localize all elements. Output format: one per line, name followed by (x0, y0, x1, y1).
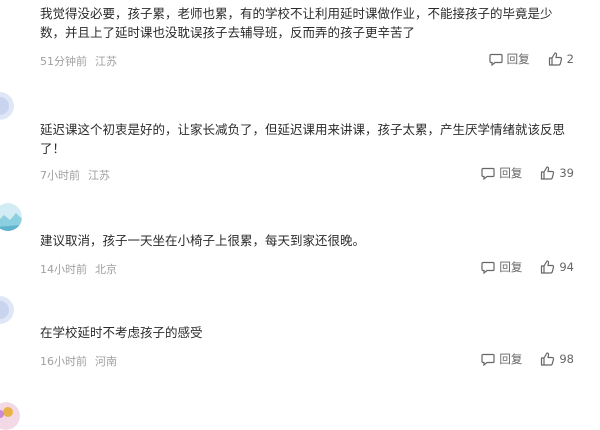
comment-meta: 14小时前 北京 (40, 261, 117, 277)
reply-label: 回复 (499, 166, 523, 180)
like-button[interactable]: 98 (540, 352, 574, 366)
comment-location: 河南 (95, 355, 117, 368)
like-button[interactable]: 39 (540, 166, 574, 180)
thumbs-up-icon (548, 52, 562, 66)
like-count: 2 (566, 52, 574, 66)
like-count: 39 (559, 166, 574, 180)
comment-text: 延迟课这个初衷是好的，让家长减负了，但延迟课用来讲课，孩子太累，产生厌学情绪就该… (40, 122, 566, 156)
reply-label: 回复 (499, 352, 523, 366)
comment-bubble-icon (481, 167, 495, 180)
comment-time: 16小时前 (40, 355, 87, 368)
comment-meta: 16小时前 河南 (40, 353, 117, 369)
reply-button[interactable]: 回复 (489, 51, 530, 67)
thumbs-up-icon (541, 260, 555, 274)
comment-actions: 回复 39 (481, 165, 574, 181)
comment-text: 建议取消，孩子一天坐在小椅子上很累，每天到家还很晚。 (40, 233, 366, 248)
comment-actions: 回复 98 (481, 351, 574, 367)
comment-time: 51分钟前 (40, 55, 87, 68)
avatar[interactable] (0, 92, 14, 120)
comment-bubble-icon (481, 261, 495, 274)
avatar[interactable] (0, 203, 22, 231)
comment-actions: 回复 94 (481, 259, 574, 275)
comment-bubble-icon (481, 353, 495, 366)
comment-bubble-icon (489, 53, 503, 66)
reply-label: 回复 (499, 260, 523, 274)
comment-location: 江苏 (95, 55, 117, 68)
reply-button[interactable]: 回复 (481, 351, 522, 367)
comment-location: 北京 (95, 263, 117, 276)
like-button[interactable]: 94 (540, 260, 574, 274)
avatar[interactable] (0, 402, 20, 430)
like-button[interactable]: 2 (548, 52, 574, 66)
avatar[interactable] (0, 296, 14, 324)
comment-time: 14小时前 (40, 263, 87, 276)
comment-time: 7小时前 (40, 169, 80, 182)
like-count: 94 (559, 260, 574, 274)
comment-actions: 回复 2 (489, 51, 574, 67)
reply-button[interactable]: 回复 (481, 165, 522, 181)
thumbs-up-icon (541, 352, 555, 366)
comment-text: 在学校延时不考虑孩子的感受 (40, 325, 203, 340)
comment-location: 江苏 (88, 169, 110, 182)
comment-meta: 51分钟前 江苏 (40, 53, 117, 69)
thumbs-up-icon (541, 166, 555, 180)
reply-button[interactable]: 回复 (481, 259, 522, 275)
comment-meta: 7小时前 江苏 (40, 167, 110, 183)
like-count: 98 (559, 352, 574, 366)
reply-label: 回复 (506, 52, 530, 66)
comment-text: 我觉得没必要，孩子累，老师也累，有的学校不让利用延时课做作业，不能接孩子的毕竟是… (40, 6, 553, 40)
